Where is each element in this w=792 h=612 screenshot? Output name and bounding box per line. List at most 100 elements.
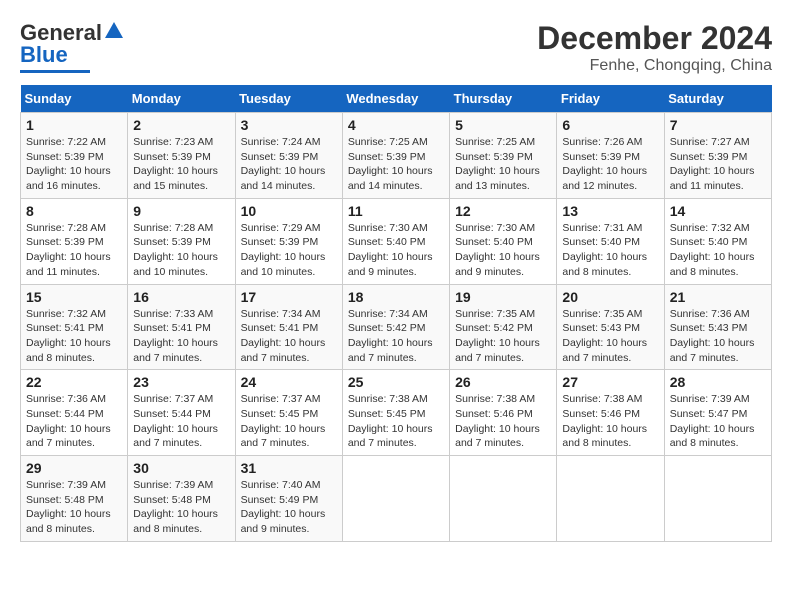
calendar-cell: 19 Sunrise: 7:35 AM Sunset: 5:42 PM Dayli… (450, 284, 557, 370)
calendar-cell: 24 Sunrise: 7:37 AM Sunset: 5:45 PM Dayli… (235, 370, 342, 456)
day-info: Sunrise: 7:28 AM Sunset: 5:39 PM Dayligh… (26, 221, 122, 280)
day-info: Sunrise: 7:30 AM Sunset: 5:40 PM Dayligh… (348, 221, 444, 280)
day-number: 12 (455, 203, 551, 219)
calendar-cell: 21 Sunrise: 7:36 AM Sunset: 5:43 PM Dayli… (664, 284, 771, 370)
day-info: Sunrise: 7:35 AM Sunset: 5:42 PM Dayligh… (455, 307, 551, 366)
day-number: 19 (455, 289, 551, 305)
calendar-cell: 30 Sunrise: 7:39 AM Sunset: 5:48 PM Dayli… (128, 456, 235, 542)
day-number: 26 (455, 374, 551, 390)
day-info: Sunrise: 7:39 AM Sunset: 5:48 PM Dayligh… (26, 478, 122, 537)
calendar-cell: 3 Sunrise: 7:24 AM Sunset: 5:39 PM Daylig… (235, 113, 342, 199)
day-number: 20 (562, 289, 658, 305)
day-info: Sunrise: 7:25 AM Sunset: 5:39 PM Dayligh… (348, 135, 444, 194)
day-info: Sunrise: 7:34 AM Sunset: 5:42 PM Dayligh… (348, 307, 444, 366)
day-number: 3 (241, 117, 337, 133)
calendar-cell: 13 Sunrise: 7:31 AM Sunset: 5:40 PM Dayli… (557, 198, 664, 284)
calendar-cell: 22 Sunrise: 7:36 AM Sunset: 5:44 PM Dayli… (21, 370, 128, 456)
title-block: December 2024 Fenhe, Chongqing, China (537, 20, 772, 75)
day-number: 23 (133, 374, 229, 390)
day-number: 15 (26, 289, 122, 305)
day-number: 1 (26, 117, 122, 133)
calendar-cell: 2 Sunrise: 7:23 AM Sunset: 5:39 PM Daylig… (128, 113, 235, 199)
day-number: 17 (241, 289, 337, 305)
calendar-cell: 8Sunrise: 7:28 AM Sunset: 5:39 PM Daylig… (21, 198, 128, 284)
calendar-cell: 23 Sunrise: 7:37 AM Sunset: 5:44 PM Dayli… (128, 370, 235, 456)
day-info: Sunrise: 7:26 AM Sunset: 5:39 PM Dayligh… (562, 135, 658, 194)
calendar-cell: 16 Sunrise: 7:33 AM Sunset: 5:41 PM Dayli… (128, 284, 235, 370)
day-info: Sunrise: 7:27 AM Sunset: 5:39 PM Dayligh… (670, 135, 766, 194)
day-info: Sunrise: 7:23 AM Sunset: 5:39 PM Dayligh… (133, 135, 229, 194)
calendar-cell: 20 Sunrise: 7:35 AM Sunset: 5:43 PM Dayli… (557, 284, 664, 370)
day-info: Sunrise: 7:24 AM Sunset: 5:39 PM Dayligh… (241, 135, 337, 194)
calendar-header-row: SundayMondayTuesdayWednesdayThursdayFrid… (21, 85, 772, 113)
day-number: 16 (133, 289, 229, 305)
day-header-monday: Monday (128, 85, 235, 113)
day-info: Sunrise: 7:39 AM Sunset: 5:47 PM Dayligh… (670, 392, 766, 451)
calendar-cell: 11 Sunrise: 7:30 AM Sunset: 5:40 PM Dayli… (342, 198, 449, 284)
day-info: Sunrise: 7:32 AM Sunset: 5:41 PM Dayligh… (26, 307, 122, 366)
calendar-cell: 18Sunrise: 7:34 AM Sunset: 5:42 PM Dayli… (342, 284, 449, 370)
day-info: Sunrise: 7:35 AM Sunset: 5:43 PM Dayligh… (562, 307, 658, 366)
day-number: 25 (348, 374, 444, 390)
calendar-cell: 1Sunrise: 7:22 AM Sunset: 5:39 PM Daylig… (21, 113, 128, 199)
calendar-cell: 9Sunrise: 7:28 AM Sunset: 5:39 PM Daylig… (128, 198, 235, 284)
day-header-friday: Friday (557, 85, 664, 113)
logo-icon (103, 20, 125, 42)
day-info: Sunrise: 7:29 AM Sunset: 5:39 PM Dayligh… (241, 221, 337, 280)
day-number: 30 (133, 460, 229, 476)
calendar-cell: 14 Sunrise: 7:32 AM Sunset: 5:40 PM Dayli… (664, 198, 771, 284)
day-header-sunday: Sunday (21, 85, 128, 113)
week-row-1: 1Sunrise: 7:22 AM Sunset: 5:39 PM Daylig… (21, 113, 772, 199)
day-info: Sunrise: 7:37 AM Sunset: 5:44 PM Dayligh… (133, 392, 229, 451)
day-number: 9 (133, 203, 229, 219)
day-number: 10 (241, 203, 337, 219)
day-number: 24 (241, 374, 337, 390)
day-info: Sunrise: 7:38 AM Sunset: 5:46 PM Dayligh… (455, 392, 551, 451)
week-row-5: 29 Sunrise: 7:39 AM Sunset: 5:48 PM Dayli… (21, 456, 772, 542)
day-number: 21 (670, 289, 766, 305)
day-number: 22 (26, 374, 122, 390)
day-header-thursday: Thursday (450, 85, 557, 113)
day-info: Sunrise: 7:37 AM Sunset: 5:45 PM Dayligh… (241, 392, 337, 451)
day-number: 6 (562, 117, 658, 133)
calendar-cell: 7Sunrise: 7:27 AM Sunset: 5:39 PM Daylig… (664, 113, 771, 199)
week-row-2: 8Sunrise: 7:28 AM Sunset: 5:39 PM Daylig… (21, 198, 772, 284)
day-number: 2 (133, 117, 229, 133)
day-info: Sunrise: 7:36 AM Sunset: 5:43 PM Dayligh… (670, 307, 766, 366)
logo-blue: Blue (20, 42, 68, 68)
day-number: 29 (26, 460, 122, 476)
calendar-cell: 26 Sunrise: 7:38 AM Sunset: 5:46 PM Dayli… (450, 370, 557, 456)
calendar-cell: 29 Sunrise: 7:39 AM Sunset: 5:48 PM Dayli… (21, 456, 128, 542)
day-info: Sunrise: 7:34 AM Sunset: 5:41 PM Dayligh… (241, 307, 337, 366)
day-header-wednesday: Wednesday (342, 85, 449, 113)
day-number: 28 (670, 374, 766, 390)
day-info: Sunrise: 7:30 AM Sunset: 5:40 PM Dayligh… (455, 221, 551, 280)
calendar-table: SundayMondayTuesdayWednesdayThursdayFrid… (20, 85, 772, 542)
calendar-subtitle: Fenhe, Chongqing, China (537, 57, 772, 75)
calendar-cell (664, 456, 771, 542)
page-header: General Blue December 2024 Fenhe, Chongq… (20, 20, 772, 75)
day-info: Sunrise: 7:33 AM Sunset: 5:41 PM Dayligh… (133, 307, 229, 366)
calendar-cell: 5Sunrise: 7:25 AM Sunset: 5:39 PM Daylig… (450, 113, 557, 199)
day-number: 27 (562, 374, 658, 390)
day-info: Sunrise: 7:31 AM Sunset: 5:40 PM Dayligh… (562, 221, 658, 280)
day-info: Sunrise: 7:39 AM Sunset: 5:48 PM Dayligh… (133, 478, 229, 537)
calendar-cell: 28 Sunrise: 7:39 AM Sunset: 5:47 PM Dayli… (664, 370, 771, 456)
day-info: Sunrise: 7:38 AM Sunset: 5:46 PM Dayligh… (562, 392, 658, 451)
calendar-title: December 2024 (537, 20, 772, 57)
day-info: Sunrise: 7:36 AM Sunset: 5:44 PM Dayligh… (26, 392, 122, 451)
calendar-cell (557, 456, 664, 542)
day-number: 13 (562, 203, 658, 219)
day-number: 4 (348, 117, 444, 133)
day-number: 31 (241, 460, 337, 476)
day-number: 11 (348, 203, 444, 219)
day-header-tuesday: Tuesday (235, 85, 342, 113)
day-info: Sunrise: 7:25 AM Sunset: 5:39 PM Dayligh… (455, 135, 551, 194)
day-number: 14 (670, 203, 766, 219)
week-row-4: 22 Sunrise: 7:36 AM Sunset: 5:44 PM Dayli… (21, 370, 772, 456)
day-info: Sunrise: 7:32 AM Sunset: 5:40 PM Dayligh… (670, 221, 766, 280)
calendar-body: 1Sunrise: 7:22 AM Sunset: 5:39 PM Daylig… (21, 113, 772, 542)
calendar-cell: 27 Sunrise: 7:38 AM Sunset: 5:46 PM Dayli… (557, 370, 664, 456)
day-header-saturday: Saturday (664, 85, 771, 113)
calendar-cell: 25Sunrise: 7:38 AM Sunset: 5:45 PM Dayli… (342, 370, 449, 456)
